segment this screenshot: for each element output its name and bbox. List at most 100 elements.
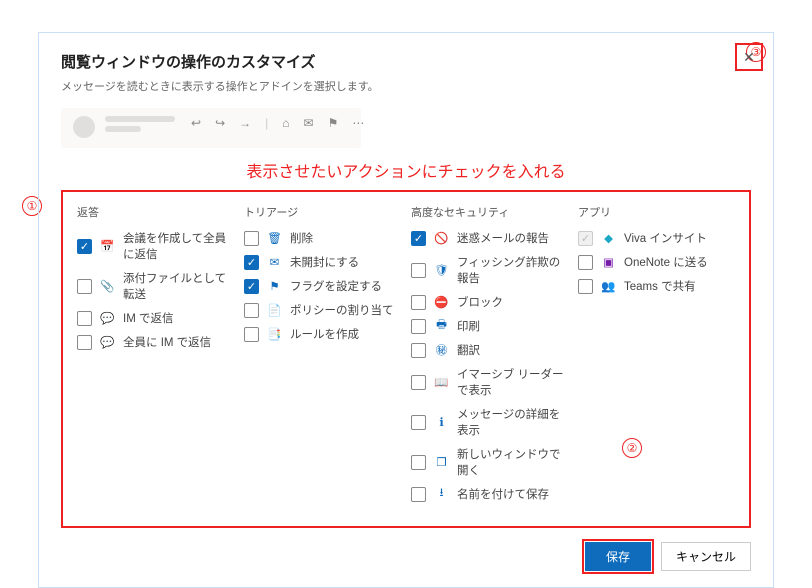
checkbox[interactable] <box>77 335 92 350</box>
checkbox[interactable] <box>244 303 259 318</box>
avatar <box>73 116 95 138</box>
save-button[interactable]: 保存 <box>585 542 651 571</box>
option-row: ✓ ⚑ フラグを設定する <box>244 278 401 294</box>
mail-unread-icon: ✉ <box>267 255 282 270</box>
option-row: 💬全員に IM で返信 <box>77 334 234 350</box>
checkbox[interactable] <box>77 279 92 294</box>
checkbox[interactable] <box>244 327 259 342</box>
option-label: 名前を付けて保存 <box>457 486 549 502</box>
option-label: フィッシング詐欺の報告 <box>457 254 568 286</box>
option-row: ✓ ✉ 未開封にする <box>244 254 401 270</box>
teams-icon: 👥 <box>601 279 616 294</box>
checkbox[interactable] <box>411 343 426 358</box>
checkbox[interactable] <box>77 311 92 326</box>
chat-reply-all-icon: 💬 <box>100 335 115 350</box>
checkbox[interactable]: ✓ <box>77 239 92 254</box>
column-header: 返答 <box>77 204 234 220</box>
checkbox[interactable] <box>411 295 426 310</box>
column-header: アプリ <box>578 204 735 220</box>
option-row: 🖶 印刷 <box>411 318 568 334</box>
checkbox[interactable] <box>411 375 426 390</box>
options-grid: 返答 ✓ 📅 会議を作成して全員に返信 📎 添付ファイルとして転送 💬 IM で返信 💬全員に … <box>61 190 751 528</box>
option-row: 🛡フィッシング詐欺の報告 <box>411 254 568 286</box>
checkbox[interactable]: ✓ <box>244 279 259 294</box>
preview-line <box>105 126 141 132</box>
calendar-reply-icon: 📅 <box>100 239 115 254</box>
annotation-text: 表示させたいアクションにチェックを入れる <box>61 158 751 182</box>
message-preview: ↩ ↪ → | ⌂ ✉ ⚑ ⋯ <box>61 108 361 148</box>
option-label: 新しいウィンドウで開く <box>457 446 568 478</box>
option-label: ブロック <box>457 294 503 310</box>
immersive-reader-icon: 📖 <box>434 375 449 390</box>
column-header: 高度なセキュリティ <box>411 204 568 220</box>
checkbox[interactable] <box>244 231 259 246</box>
option-row: ✓ ◆ Viva インサイト <box>578 230 735 246</box>
message-details-icon: ℹ <box>434 415 449 430</box>
checkbox[interactable] <box>411 487 426 502</box>
close-icon: ✕ <box>743 49 755 66</box>
checkbox[interactable] <box>578 279 593 294</box>
option-row: ❐新しいウィンドウで開く <box>411 446 568 478</box>
option-row: 📑 ルールを作成 <box>244 326 401 342</box>
onenote-icon: ▣ <box>601 255 616 270</box>
rules-icon: 📑 <box>267 327 282 342</box>
column-security: 高度なセキュリティ✓🚫迷惑メールの報告🛡フィッシング詐欺の報告⛔ブロック🖶印刷㊙… <box>411 204 568 510</box>
policy-icon: 📄 <box>267 303 282 318</box>
separator-icon: | <box>265 116 268 130</box>
option-row: 📖 イマーシブ リーダーで表示 <box>411 366 568 398</box>
cancel-button[interactable]: キャンセル <box>661 542 751 571</box>
checkbox[interactable]: ✓ <box>244 255 259 270</box>
option-row: ✓🚫迷惑メールの報告 <box>411 230 568 246</box>
option-row: 💬 IM で返信 <box>77 310 234 326</box>
option-row: 📎 添付ファイルとして転送 <box>77 270 234 302</box>
junk-report-icon: 🚫 <box>434 231 449 246</box>
option-label: IM で返信 <box>123 310 173 326</box>
column-triage: トリアージ 🗑削除 ✓ ✉ 未開封にする ✓ ⚑ フラグを設定する 📄ポリシーの割り当て 📑 ルール… <box>244 204 401 510</box>
flag-icon: ⚑ <box>267 279 282 294</box>
option-label: ルールを作成 <box>290 326 359 342</box>
forward-icon: → <box>239 116 251 130</box>
checkbox[interactable] <box>578 255 593 270</box>
option-label: フラグを設定する <box>290 278 382 294</box>
dialog-subtitle: メッセージを読むときに表示する操作とアドインを選択します。 <box>61 78 751 94</box>
option-label: イマーシブ リーダーで表示 <box>457 366 568 398</box>
preview-toolbar: ↩ ↪ → | ⌂ ✉ ⚑ ⋯ <box>191 116 364 130</box>
archive-icon: ⌂ <box>282 116 289 130</box>
close-button[interactable]: ✕ <box>735 43 763 71</box>
option-row: ㊙翻訳 <box>411 342 568 358</box>
translate-icon: ㊙ <box>434 343 449 358</box>
chat-reply-icon: 💬 <box>100 311 115 326</box>
checkbox[interactable] <box>411 263 426 278</box>
customize-reading-pane-dialog: ✕ 閲覧ウィンドウの操作のカスタマイズ メッセージを読むときに表示する操作とアド… <box>38 32 774 588</box>
option-label: 会議を作成して全員に返信 <box>123 230 234 262</box>
column-reply: 返答 ✓ 📅 会議を作成して全員に返信 📎 添付ファイルとして転送 💬 IM で返信 💬全員に … <box>77 204 234 510</box>
flag-icon: ⚑ <box>328 116 339 130</box>
checkbox: ✓ <box>578 231 593 246</box>
dialog-title: 閲覧ウィンドウの操作のカスタマイズ <box>61 51 751 72</box>
option-row: ✓ 📅 会議を作成して全員に返信 <box>77 230 234 262</box>
checkbox[interactable] <box>411 455 426 470</box>
column-header: トリアージ <box>244 204 401 220</box>
option-row: 📄ポリシーの割り当て <box>244 302 401 318</box>
checkbox[interactable] <box>411 415 426 430</box>
column-apps: アプリ✓◆Viva インサイト▣OneNote に送る👥Teams で共有 <box>578 204 735 510</box>
checkbox[interactable]: ✓ <box>411 231 426 246</box>
more-icon: ⋯ <box>352 116 364 130</box>
checkbox[interactable] <box>411 319 426 334</box>
reply-icon: ↩ <box>191 116 201 130</box>
save-as-icon: ⭳ <box>434 487 449 502</box>
option-label: OneNote に送る <box>624 254 708 270</box>
attach-forward-icon: 📎 <box>100 279 115 294</box>
option-row: ⛔ブロック <box>411 294 568 310</box>
option-row: 🗑削除 <box>244 230 401 246</box>
preview-line <box>105 116 175 122</box>
print-icon: 🖶 <box>434 319 449 334</box>
viva-icon: ◆ <box>601 231 616 246</box>
option-row: ⭳ 名前を付けて保存 <box>411 486 568 502</box>
option-label: 翻訳 <box>457 342 480 358</box>
reply-all-icon: ↪ <box>215 116 225 130</box>
option-label: Viva インサイト <box>624 230 707 246</box>
option-label: 添付ファイルとして転送 <box>123 270 234 302</box>
option-label: 未開封にする <box>290 254 359 270</box>
option-label: 印刷 <box>457 318 480 334</box>
